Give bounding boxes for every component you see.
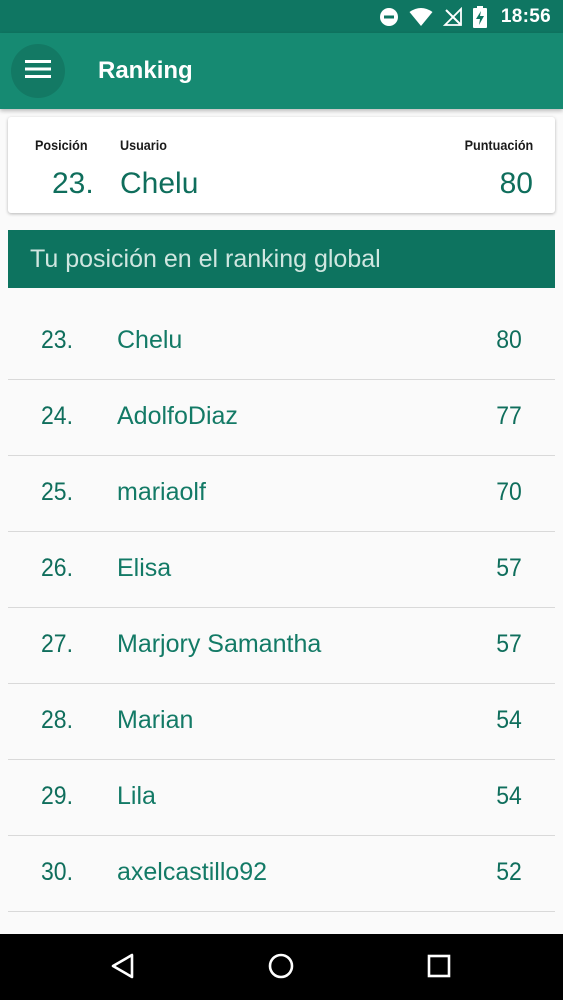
rank-position: 27. <box>41 630 73 658</box>
rank-score: 54 <box>496 782 522 810</box>
ranking-row[interactable]: 27. Marjory Samantha 57 <box>8 608 555 684</box>
ranking-row[interactable]: 23. Chelu 80 <box>8 304 555 380</box>
rank-username: mariaolf <box>117 478 206 506</box>
rank-username: AdolfoDiaz <box>117 402 238 430</box>
section-header: Tu posición en el ranking global <box>8 230 555 288</box>
user-position: 23. <box>52 167 94 200</box>
user-name: Chelu <box>120 167 199 200</box>
position-label: Posición <box>35 137 88 153</box>
status-icons: 18:56 <box>379 0 551 33</box>
recent-apps-icon <box>426 953 452 984</box>
hamburger-menu-icon <box>25 59 51 84</box>
user-ranking-card: Posición Usuario Puntuación 23. Chelu 80 <box>8 117 555 213</box>
rank-position: 26. <box>41 554 73 582</box>
menu-button[interactable] <box>11 44 65 98</box>
ranking-row[interactable]: 24. AdolfoDiaz 77 <box>8 380 555 456</box>
rank-position: 30. <box>41 858 73 886</box>
rank-score: 54 <box>496 706 522 734</box>
rank-score: 80 <box>496 326 522 354</box>
rank-score: 57 <box>496 554 522 582</box>
ranking-row[interactable]: 25. mariaolf 70 <box>8 456 555 532</box>
rank-username: Marjory Samantha <box>117 630 322 658</box>
user-score: 80 <box>499 167 533 200</box>
do-not-disturb-icon <box>379 7 399 27</box>
rank-username: Elisa <box>117 554 172 582</box>
rank-position: 28. <box>41 706 73 734</box>
user-label: Usuario <box>120 137 167 153</box>
page-title: Ranking <box>98 57 193 84</box>
ranking-row[interactable]: 28. Marian 54 <box>8 684 555 760</box>
rank-score: 57 <box>496 630 522 658</box>
ranking-row[interactable]: 30. axelcastillo92 52 <box>8 836 555 912</box>
status-bar: 18:56 <box>0 0 563 33</box>
status-time: 18:56 <box>500 5 551 27</box>
recent-apps-button[interactable] <box>422 951 456 985</box>
rank-username: Marian <box>117 706 194 734</box>
ranking-row[interactable]: 29. Lila 54 <box>8 760 555 836</box>
rank-position: 24. <box>41 402 73 430</box>
rank-position: 25. <box>41 478 73 506</box>
ranking-list: 23. Chelu 80 24. AdolfoDiaz 77 25. maria… <box>8 304 555 912</box>
no-signal-icon <box>442 6 463 27</box>
rank-score: 77 <box>496 402 522 430</box>
back-button[interactable] <box>106 951 140 985</box>
battery-charging-icon <box>472 5 487 28</box>
rank-score: 70 <box>496 478 522 506</box>
rank-username: Chelu <box>117 326 183 354</box>
rank-position: 29. <box>41 782 73 810</box>
home-icon <box>267 952 295 985</box>
back-icon <box>110 952 136 985</box>
wifi-icon <box>409 7 433 27</box>
rank-score: 52 <box>496 858 522 886</box>
score-label: Puntuación <box>464 137 533 153</box>
home-button[interactable] <box>264 951 298 985</box>
rank-position: 23. <box>41 326 73 354</box>
ranking-row[interactable]: 26. Elisa 57 <box>8 532 555 608</box>
rank-username: Lila <box>117 782 156 810</box>
app-bar: Ranking <box>0 33 563 109</box>
navigation-bar <box>0 934 563 1000</box>
rank-username: axelcastillo92 <box>117 858 268 886</box>
